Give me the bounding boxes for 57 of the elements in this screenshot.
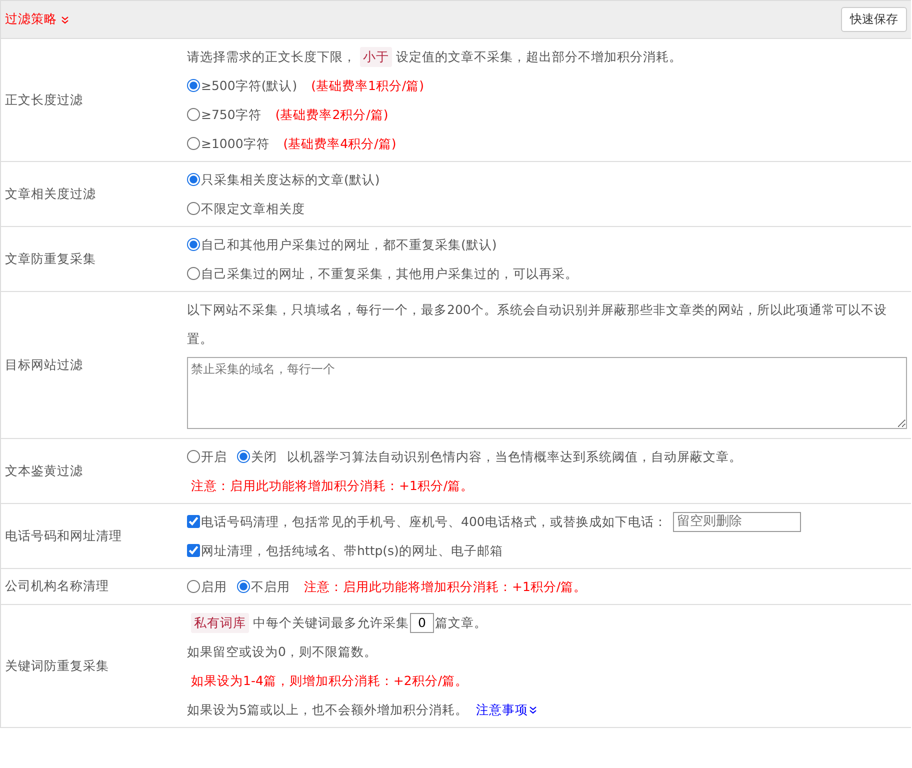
description-text: 如果设为5篇或以上，也不会额外增加积分消耗。 bbox=[187, 701, 468, 719]
option-label: 关闭 bbox=[251, 448, 277, 466]
radio-button[interactable] bbox=[187, 238, 200, 251]
domain-input-field[interactable]: 禁止采集的域名，每行一个 bbox=[187, 357, 907, 429]
radio-button[interactable] bbox=[187, 108, 200, 121]
count-field[interactable]: 0 bbox=[410, 612, 434, 632]
option-label: 自己和其他用户采集过的网址，都不重复采集(默认) bbox=[201, 236, 497, 254]
description-text: 设定值的文章不采集，超出部分不增加积分消耗。 bbox=[396, 48, 682, 66]
warning-text: (基础费率2积分/篇) bbox=[275, 106, 388, 124]
setting-label: 电话号码和网址清理 bbox=[5, 528, 122, 544]
warning-text: 如果设为1-4篇，则增加积分消耗：+2积分/篇。 bbox=[191, 672, 468, 690]
radio-button[interactable] bbox=[187, 267, 200, 280]
chevron-icon bbox=[61, 16, 69, 24]
setting-label: 目标网站过滤 bbox=[5, 356, 83, 374]
option-label: 网址清理，包括纯域名、带http(s)的网址、电子邮箱 bbox=[201, 542, 503, 560]
radio-button[interactable] bbox=[237, 580, 250, 593]
option-label: 只采集相关度达标的文章(默认) bbox=[201, 171, 380, 189]
save-button[interactable]: 快速保存 bbox=[841, 7, 907, 32]
option-label: ≥750字符 bbox=[201, 106, 262, 124]
setting-label: 正文长度过滤 bbox=[5, 92, 83, 108]
phone-field[interactable]: 留空则删除 bbox=[672, 512, 801, 532]
option-label: ≥1000字符 bbox=[201, 135, 270, 153]
checkbox[interactable] bbox=[187, 515, 200, 528]
radio-button[interactable] bbox=[237, 450, 250, 463]
checkbox[interactable] bbox=[187, 544, 200, 557]
radio-button[interactable] bbox=[187, 79, 200, 92]
radio-button[interactable] bbox=[187, 450, 200, 463]
description-text: 以下网站不采集，只填域名，每行一个，最多200个。系统会自动识别并屏蔽那些非文章类的网站，所以此项通常可以不设置。 bbox=[187, 301, 888, 348]
warning-text: (基础费率4积分/篇) bbox=[283, 135, 396, 153]
description-text: 如果留空或设为0，则不限篇数。 bbox=[187, 643, 377, 661]
radio-button[interactable] bbox=[187, 137, 200, 150]
description-text: 以机器学习算法自动识别色情内容，当色情概率达到系统阈值，自动屏蔽文章。 bbox=[287, 448, 742, 466]
radio-button[interactable] bbox=[187, 580, 200, 593]
option-label: 自己采集过的网址，不重复采集，其他用户采集过的，可以再采。 bbox=[201, 265, 578, 283]
setting-label: 关键词防重复采集 bbox=[5, 658, 109, 674]
setting-label: 文本鉴黄过滤 bbox=[5, 462, 83, 480]
warning-text: 注意：启用此功能将增加积分消耗：+1积分/篇。 bbox=[304, 578, 587, 596]
option-label: 启用 bbox=[201, 578, 227, 596]
keyword-tag: 小于 bbox=[360, 46, 392, 66]
option-label: 电话号码清理，包括常见的手机号、座机号、400电话格式，或替换成如下电话： bbox=[201, 513, 667, 531]
keyword-tag: 私有词库 bbox=[191, 612, 249, 632]
setting-label: 文章相关度过滤 bbox=[5, 186, 96, 202]
radio-button[interactable] bbox=[187, 202, 200, 215]
option-label: 不限定文章相关度 bbox=[201, 200, 305, 218]
warning-text: (基础费率1积分/篇) bbox=[311, 77, 424, 95]
description-text: 请选择需求的正文长度下限， bbox=[187, 48, 356, 66]
notes-link[interactable]: 注意事项 bbox=[476, 695, 537, 724]
option-label: 开启 bbox=[201, 448, 227, 466]
chevron-icon bbox=[528, 706, 537, 714]
description-text: 中每个关键词最多允许采集 bbox=[253, 614, 409, 632]
radio-button[interactable] bbox=[187, 173, 200, 186]
setting-label: 文章防重复采集 bbox=[5, 250, 96, 268]
setting-label: 公司机构名称清理 bbox=[5, 578, 109, 595]
description-text: 篇文章。 bbox=[435, 614, 487, 632]
option-label: 不启用 bbox=[251, 578, 290, 596]
warning-text: 注意：启用此功能将增加积分消耗：+1积分/篇。 bbox=[191, 477, 474, 495]
option-label: ≥500字符(默认) bbox=[201, 77, 298, 95]
